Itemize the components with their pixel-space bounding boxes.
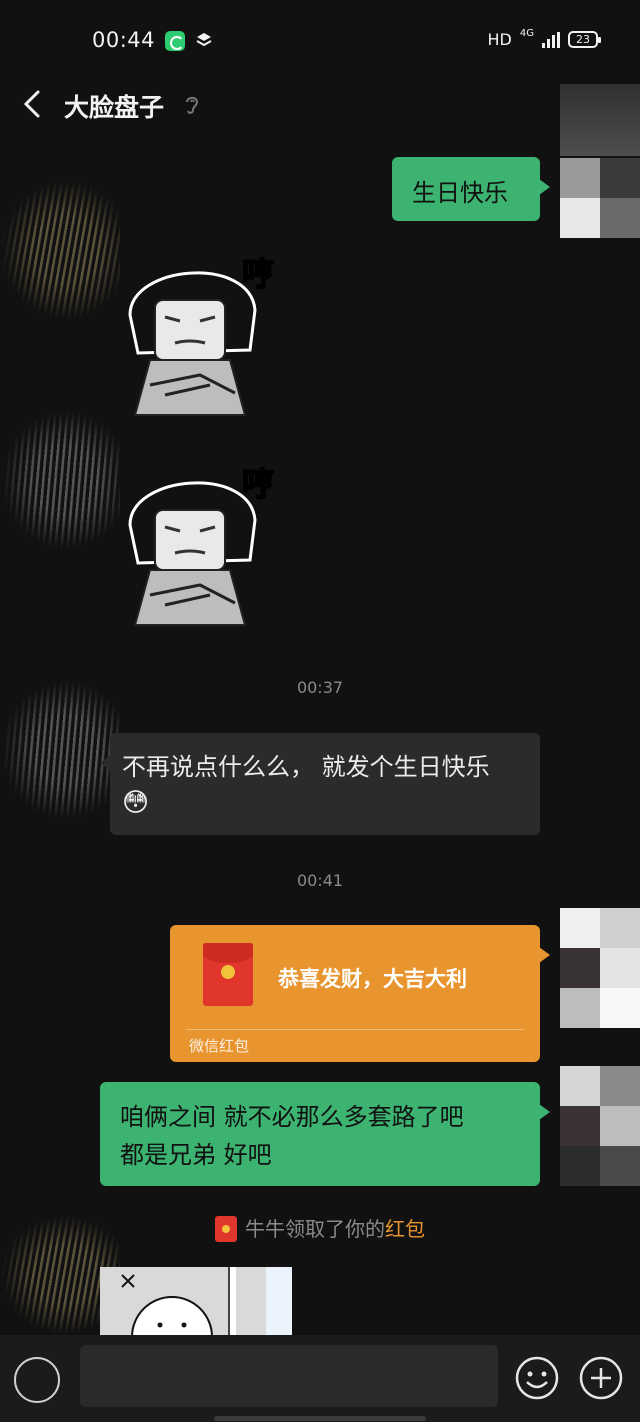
friend-avatar[interactable] [0, 410, 120, 550]
emoji-icon[interactable] [514, 1355, 560, 1401]
red-packet-link[interactable]: 红包 [385, 1217, 425, 1241]
divider [186, 1029, 524, 1030]
chevron-left-icon[interactable] [18, 86, 48, 122]
image-message[interactable] [100, 1267, 292, 1335]
message-text: 咱俩之间 就不必那么多套路了吧 [120, 1103, 464, 1131]
message-emoji: 😳 [122, 788, 150, 818]
my-avatar[interactable] [560, 158, 640, 238]
message-input[interactable] [80, 1345, 498, 1407]
red-envelope-icon [203, 943, 253, 1006]
my-avatar-top-blur [560, 84, 640, 156]
status-time: 00:44 [92, 28, 156, 52]
sticker-meme[interactable]: 哼 [110, 245, 290, 425]
message-text: 生日快乐 [412, 179, 508, 207]
message-bubble-sent[interactable]: 生日快乐 [392, 157, 550, 221]
red-packet-message[interactable]: 恭喜发财，大吉大利 微信红包 [170, 925, 550, 1062]
cartoon-face-image [121, 1274, 213, 1335]
message-text: 都是兄弟 好吧 [120, 1141, 272, 1169]
chat-title[interactable]: 大脸盘子 [64, 88, 164, 124]
friend-avatar[interactable] [0, 680, 120, 820]
hd-label: HD [487, 30, 512, 49]
friend-avatar[interactable] [0, 180, 120, 320]
status-bar: 00:44 HD 4G 23 [0, 0, 640, 80]
red-envelope-icon [215, 1215, 237, 1242]
notice-text: 牛牛领取了你的 [245, 1217, 385, 1241]
ear-icon [186, 96, 199, 114]
sticker-meme[interactable]: 哼 [110, 455, 290, 635]
voice-icon[interactable] [14, 1357, 60, 1403]
my-avatar[interactable] [560, 908, 640, 1028]
sticker-caption: 哼 [242, 465, 274, 503]
message-bubble-received[interactable]: 不再说点什么么， 就发个生日快乐 😳 [100, 733, 540, 835]
sticker-caption: 哼 [242, 255, 274, 293]
home-indicator [214, 1416, 426, 1421]
chat-header: 大脸盘子 [0, 80, 640, 130]
network-gen-label: 4G [519, 28, 534, 39]
message-bubble-sent[interactable]: 咱俩之间 就不必那么多套路了吧 都是兄弟 好吧 [100, 1082, 550, 1186]
my-avatar[interactable] [560, 1066, 640, 1186]
red-packet-title: 恭喜发财，大吉大利 [278, 967, 467, 991]
battery-icon: 23 [568, 31, 601, 48]
message-text: 不再说点什么么， 就发个生日快乐 [122, 753, 490, 781]
input-bar [0, 1335, 640, 1422]
signal-icon [542, 31, 560, 48]
red-packet-label: 微信红包 [189, 1037, 250, 1055]
status-indicators: HD 4G 23 [487, 28, 601, 49]
plus-icon[interactable] [578, 1355, 624, 1401]
timestamp: 00:41 [296, 871, 344, 890]
layers-icon [196, 33, 212, 47]
app-notification-icon [165, 31, 185, 51]
